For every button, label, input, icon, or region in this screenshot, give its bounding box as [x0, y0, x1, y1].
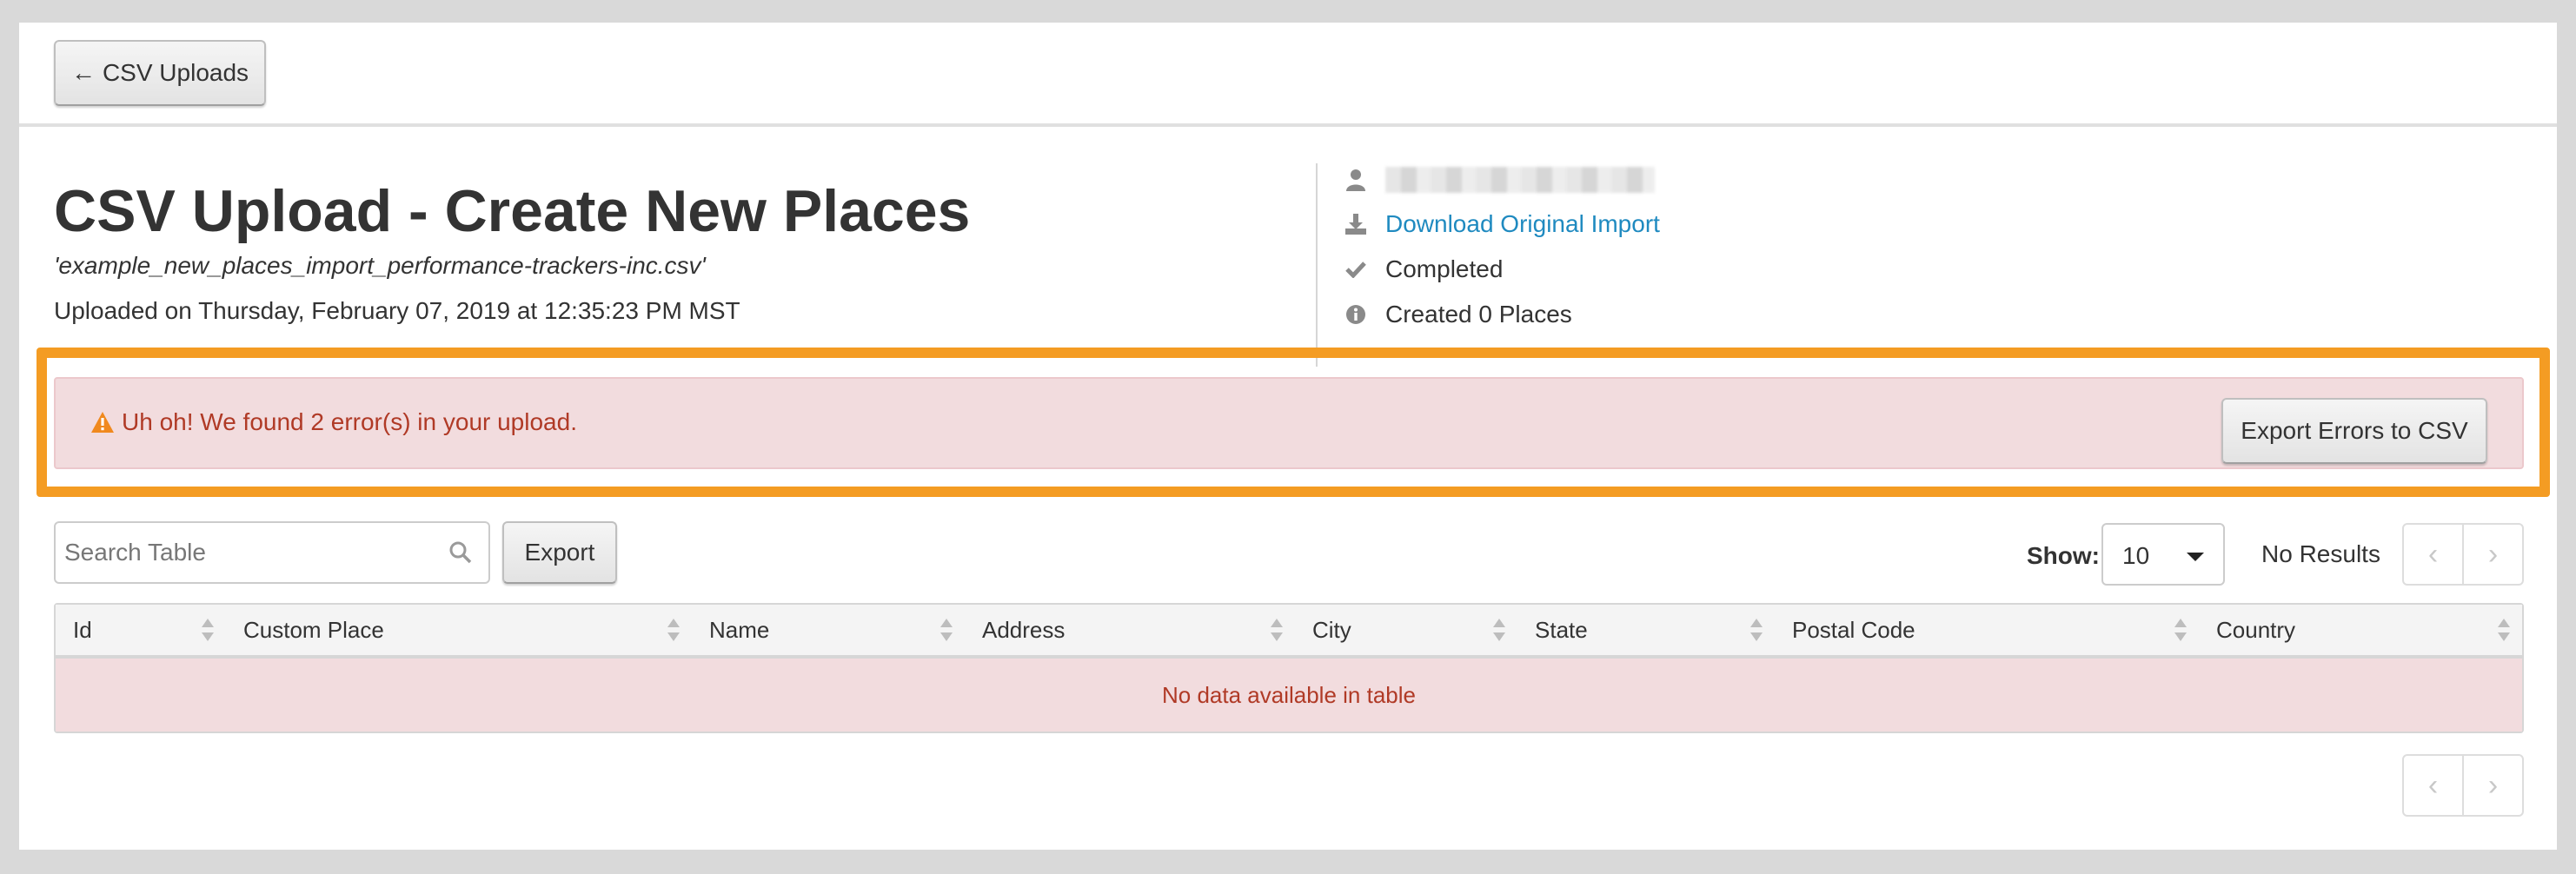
- empty-table-message: No data available in table: [56, 659, 2522, 732]
- created-count-text: Created 0 Places: [1385, 301, 1572, 328]
- user-icon: [1344, 168, 1368, 192]
- header-divider: [1316, 163, 1318, 367]
- page-title: CSV Upload - Create New Places: [54, 178, 971, 244]
- sort-icon: [2174, 619, 2187, 641]
- sort-icon: [2498, 619, 2510, 641]
- chevron-left-icon[interactable]: ‹: [2404, 756, 2462, 815]
- caret-down-icon: [2187, 553, 2204, 561]
- sort-icon: [940, 619, 953, 641]
- back-button-label: CSV Uploads: [102, 59, 249, 86]
- table-header: Id Custom Place Name Address City State …: [56, 605, 2522, 659]
- uploader-name-redacted: [1385, 167, 1655, 193]
- back-to-csv-uploads-button[interactable]: ← CSV Uploads: [54, 40, 266, 106]
- column-header-custom-place[interactable]: Custom Place: [226, 605, 692, 655]
- upload-filename: 'example_new_places_import_performance-t…: [54, 252, 706, 279]
- error-alert: Uh oh! We found 2 error(s) in your uploa…: [54, 377, 2524, 469]
- chevron-right-icon[interactable]: ›: [2462, 756, 2522, 815]
- upload-timestamp: Uploaded on Thursday, February 07, 2019 …: [54, 297, 740, 324]
- page-size-value: 10: [2122, 542, 2150, 569]
- table-search: [54, 521, 490, 584]
- created-row: Created 0 Places: [1344, 301, 1572, 328]
- column-header-id[interactable]: Id: [56, 605, 226, 655]
- column-header-city[interactable]: City: [1295, 605, 1517, 655]
- error-message-text: Uh oh! We found 2 error(s) in your uploa…: [122, 408, 577, 435]
- column-header-postal-code[interactable]: Postal Code: [1775, 605, 2199, 655]
- download-row: Download Original Import: [1344, 210, 1660, 238]
- sort-icon: [202, 619, 214, 641]
- status-row: Completed: [1344, 255, 1503, 283]
- column-header-name[interactable]: Name: [692, 605, 965, 655]
- chevron-right-icon[interactable]: ›: [2462, 525, 2522, 584]
- download-original-import-link[interactable]: Download Original Import: [1385, 210, 1660, 238]
- column-header-state[interactable]: State: [1517, 605, 1775, 655]
- arrow-left-icon: ←: [70, 59, 96, 86]
- column-header-address[interactable]: Address: [965, 605, 1295, 655]
- search-input[interactable]: [64, 523, 429, 582]
- top-toolbar: ← CSV Uploads: [19, 23, 2557, 127]
- export-button[interactable]: Export: [502, 521, 617, 584]
- error-message: Uh oh! We found 2 error(s) in your uploa…: [90, 408, 577, 436]
- check-icon: [1344, 257, 1368, 281]
- warning-icon: [91, 412, 114, 433]
- uploader-row: [1344, 167, 1655, 193]
- search-icon: [449, 541, 472, 564]
- column-header-country[interactable]: Country: [2199, 605, 2522, 655]
- pagination-top: ‹ ›: [2402, 523, 2524, 586]
- sort-icon: [667, 619, 680, 641]
- sort-icon: [1750, 619, 1763, 641]
- places-table: Id Custom Place Name Address City State …: [54, 603, 2524, 733]
- pagination-bottom: ‹ ›: [2402, 754, 2524, 817]
- page-size-select[interactable]: 10: [2101, 523, 2225, 586]
- show-label: Show:: [2027, 542, 2100, 569]
- sort-icon: [1271, 619, 1283, 641]
- chevron-left-icon[interactable]: ‹: [2404, 525, 2462, 584]
- export-errors-to-csv-button[interactable]: Export Errors to CSV: [2221, 398, 2487, 464]
- main-card: ← CSV Uploads CSV Upload - Create New Pl…: [19, 23, 2557, 850]
- info-icon: [1344, 302, 1368, 327]
- sort-icon: [1493, 619, 1505, 641]
- download-icon: [1344, 212, 1368, 236]
- status-text: Completed: [1385, 255, 1504, 282]
- results-count: No Results: [2261, 540, 2380, 567]
